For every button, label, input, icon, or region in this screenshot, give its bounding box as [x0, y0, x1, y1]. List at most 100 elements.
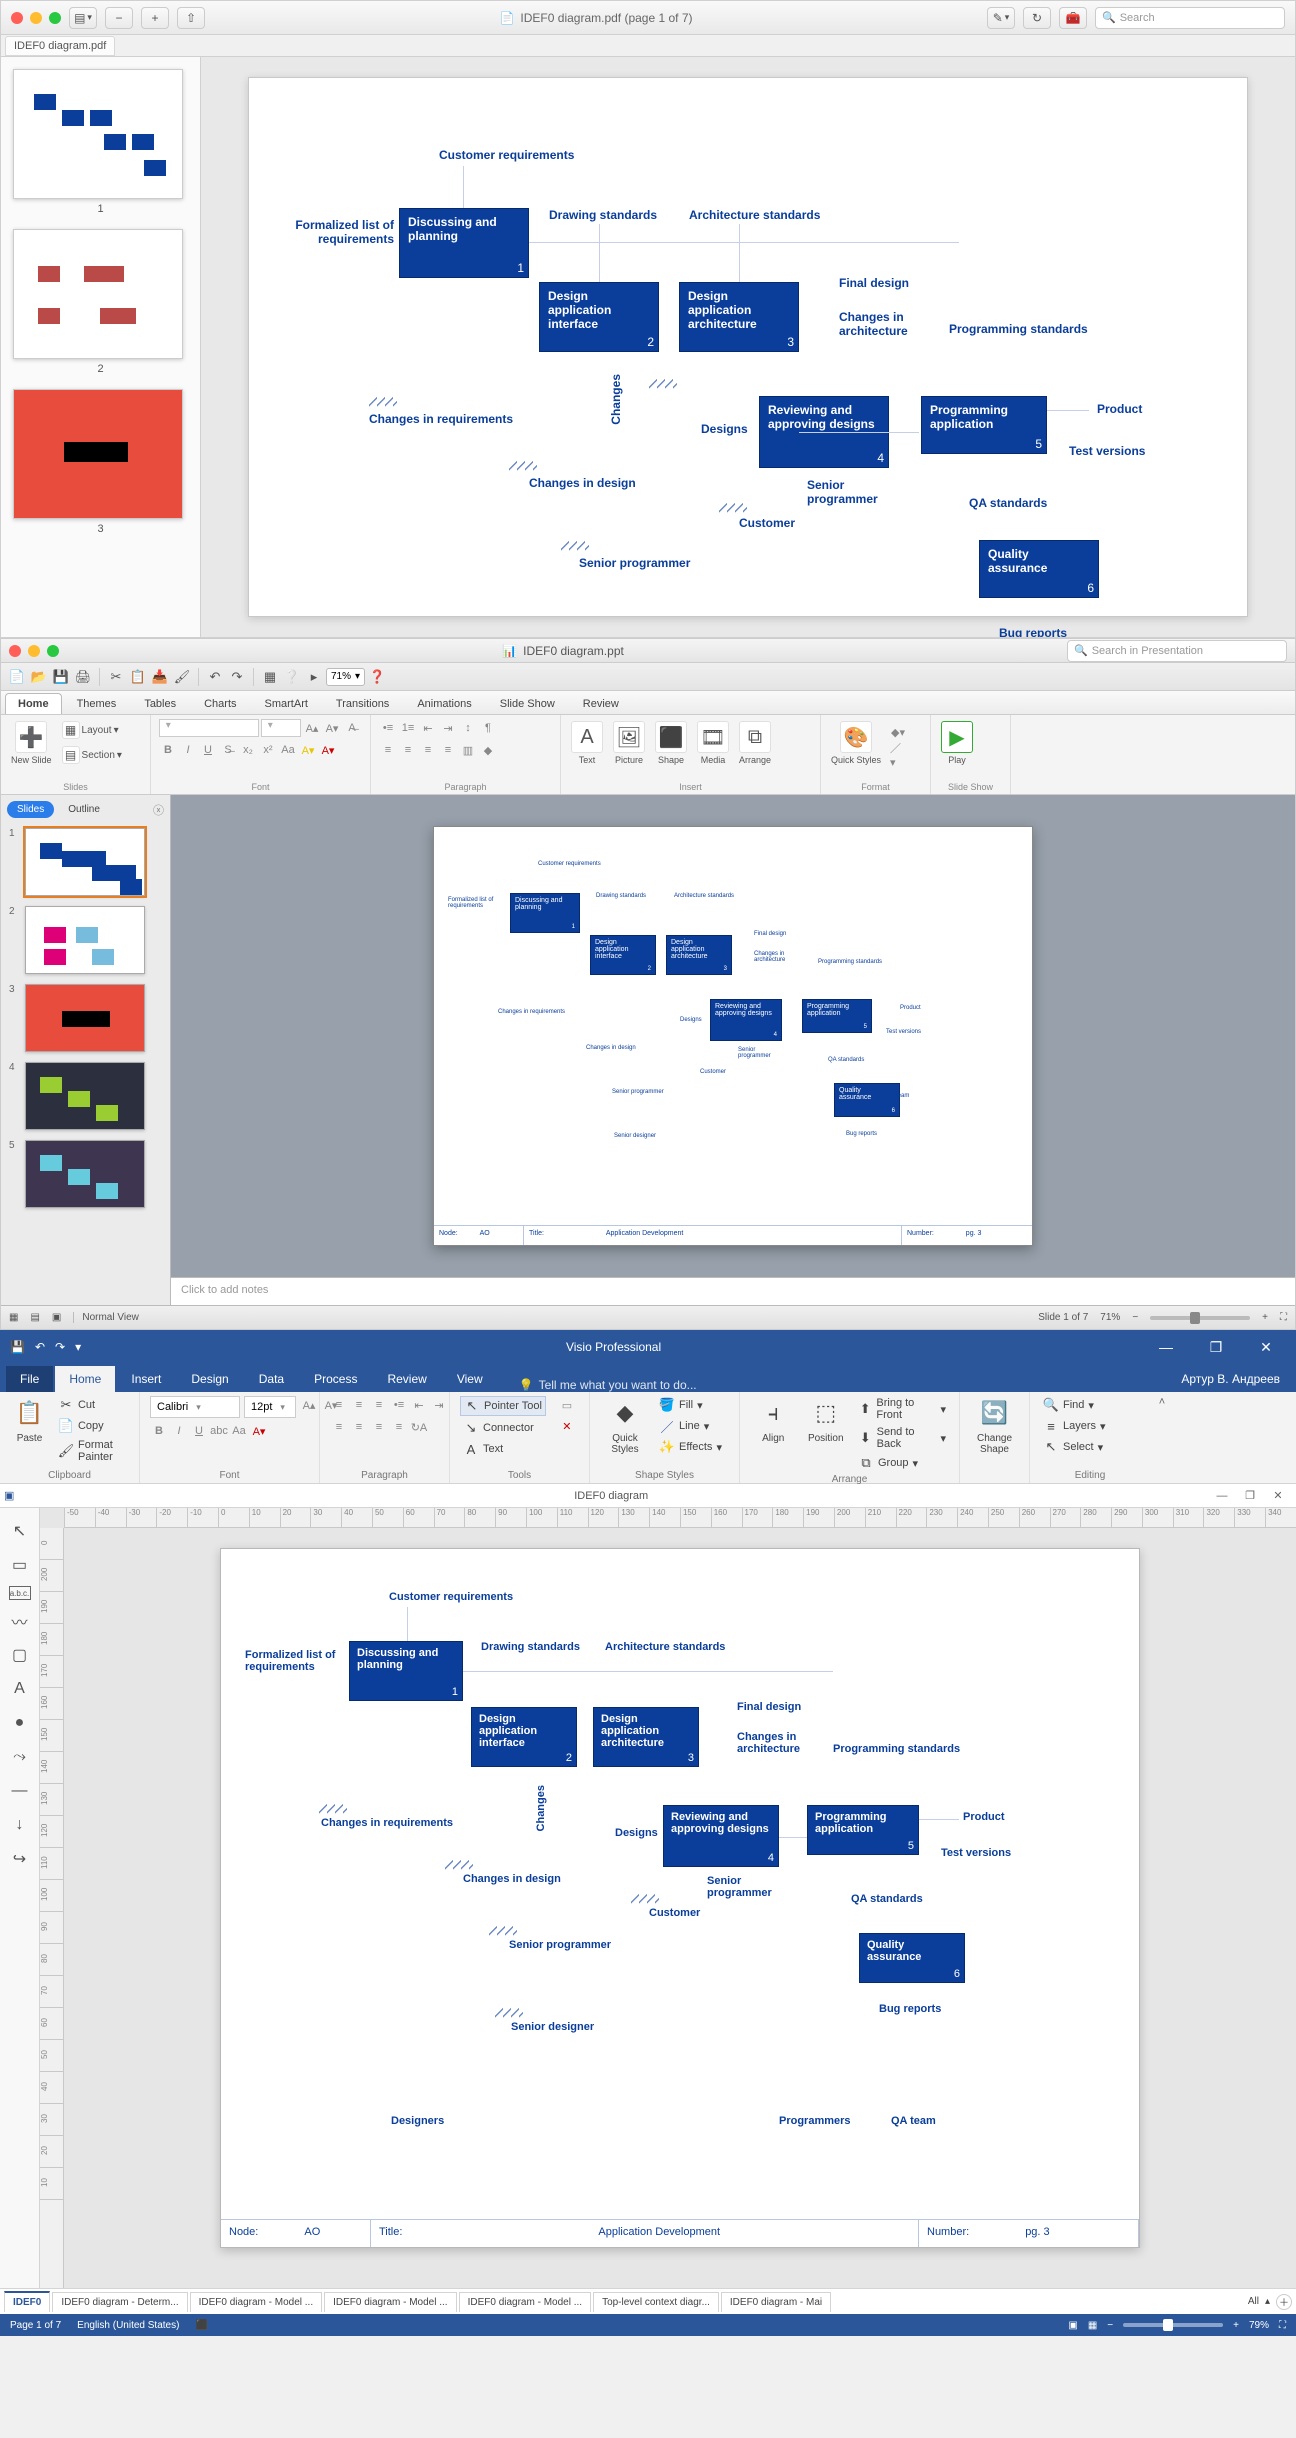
- case-button[interactable]: Aa: [230, 1422, 248, 1440]
- tab-transitions[interactable]: Transitions: [323, 693, 402, 714]
- connector-button[interactable]: ↘Connector: [460, 1419, 546, 1437]
- minimize-icon[interactable]: [30, 12, 42, 24]
- sheet-tab[interactable]: IDEF0 diagram - Model ...: [324, 2292, 456, 2312]
- line-icon[interactable]: ／▾: [889, 745, 907, 763]
- zoom-combo[interactable]: 71%▾: [326, 668, 365, 686]
- thumbnails-sidebar[interactable]: 1 2 3: [1, 57, 201, 637]
- outline-tab[interactable]: Outline: [58, 801, 110, 818]
- smartart-icon[interactable]: ◆: [479, 741, 497, 759]
- group-button[interactable]: ⧉Group ▾: [855, 1454, 949, 1472]
- preview-canvas[interactable]: Discussing and planning1 Design applicat…: [201, 57, 1295, 637]
- search-input[interactable]: 🔍 Search: [1095, 7, 1285, 29]
- position-button[interactable]: ⬚Position: [802, 1396, 848, 1445]
- sidebar-toggle-button[interactable]: ▤: [69, 7, 97, 29]
- align-right-icon[interactable]: ≡: [370, 1418, 388, 1436]
- rotate-text-icon[interactable]: ↻A: [410, 1418, 428, 1436]
- user-name[interactable]: Артур В. Андреев: [1171, 1366, 1290, 1392]
- customize-icon[interactable]: ▾: [75, 1340, 81, 1354]
- cut-button[interactable]: ✂Cut: [55, 1396, 129, 1414]
- rotate-button[interactable]: ↻: [1023, 7, 1051, 29]
- zoom-icon[interactable]: [49, 12, 61, 24]
- ppt-canvas[interactable]: Discussing and planning1 Design applicat…: [171, 795, 1295, 1277]
- zoom-out-icon[interactable]: −: [1107, 2320, 1113, 2331]
- tab-process[interactable]: Process: [300, 1366, 371, 1392]
- grid-icon[interactable]: ▦: [260, 667, 280, 687]
- view-show-icon[interactable]: ▣: [52, 1312, 61, 1323]
- ppt-search-input[interactable]: 🔍Search in Presentation: [1067, 640, 1287, 662]
- strike-button[interactable]: S̶: [219, 741, 237, 759]
- sheet-tab[interactable]: Top-level context diagr...: [593, 2292, 719, 2312]
- zoom-in-icon[interactable]: +: [1233, 2320, 1239, 2331]
- case-button[interactable]: Aa: [279, 741, 297, 759]
- justify-icon[interactable]: ≡: [439, 741, 457, 759]
- hline-icon[interactable]: —: [7, 1778, 33, 1804]
- pointer-icon[interactable]: ↖: [7, 1518, 33, 1544]
- slide-thumb-3[interactable]: 3: [9, 984, 162, 1052]
- highlight-button[interactable]: A▾: [299, 741, 317, 759]
- fill-icon[interactable]: ◆▾: [889, 723, 907, 741]
- letter-a-icon[interactable]: A: [7, 1676, 33, 1702]
- sub-button[interactable]: x₂: [239, 741, 257, 759]
- columns-icon[interactable]: ▥: [459, 741, 477, 759]
- align-center-icon[interactable]: ≡: [399, 741, 417, 759]
- add-sheet-icon[interactable]: ＋: [1276, 2294, 1292, 2310]
- effects-button[interactable]: ✨Effects ▾: [656, 1438, 725, 1456]
- tab-home[interactable]: Home: [55, 1366, 115, 1392]
- view-mode-icon[interactable]: ▣: [1068, 2320, 1077, 2331]
- numbers-icon[interactable]: 1≡: [399, 719, 417, 737]
- rectangle-icon[interactable]: ▭: [7, 1552, 33, 1578]
- slide-thumb-1[interactable]: 1: [9, 828, 162, 896]
- new-slide-button[interactable]: ➕New Slide: [9, 719, 54, 767]
- insert-shape-button[interactable]: ⬛Shape: [653, 719, 689, 767]
- print-icon[interactable]: 🖨: [73, 667, 93, 687]
- close-icon[interactable]: ✕: [1246, 1339, 1286, 1356]
- rectangle-icon[interactable]: ▭: [558, 1396, 576, 1414]
- paste-button[interactable]: 📋Paste: [10, 1396, 49, 1445]
- align-right-icon[interactable]: ≡: [419, 741, 437, 759]
- zoom-icon[interactable]: [47, 645, 59, 657]
- direction-icon[interactable]: ¶: [479, 719, 497, 737]
- change-shape-button[interactable]: 🔄Change Shape: [970, 1396, 1019, 1456]
- select-button[interactable]: ↖Select ▾: [1040, 1438, 1109, 1456]
- tab-charts[interactable]: Charts: [191, 693, 249, 714]
- pointer-tool-button[interactable]: ↖Pointer Tool: [460, 1396, 546, 1416]
- help-icon[interactable]: ❔: [282, 667, 302, 687]
- outdent-icon[interactable]: ⇤: [419, 719, 437, 737]
- visio-canvas[interactable]: Discussing and planning1 Design applicat…: [64, 1528, 1296, 2288]
- quick-styles-button[interactable]: 🎨Quick Styles: [829, 719, 883, 767]
- sheet-tab[interactable]: IDEF0 diagram - Model ...: [459, 2292, 591, 2312]
- thumbnail-2[interactable]: 2: [13, 229, 188, 375]
- sheet-tab[interactable]: IDEF0 diagram - Determ...: [52, 2292, 187, 2312]
- annotate-button[interactable]: 🧰: [1059, 7, 1087, 29]
- font-size-select[interactable]: 12pt: [244, 1396, 296, 1418]
- thumbnail-1[interactable]: 1: [13, 69, 188, 215]
- circle-icon[interactable]: ●: [7, 1710, 33, 1736]
- copy-button[interactable]: 📄Copy: [55, 1417, 129, 1435]
- text-box-icon[interactable]: a.b.c.: [9, 1586, 31, 1600]
- align-bottom-icon[interactable]: ≡: [370, 1396, 388, 1414]
- save-icon[interactable]: 💾: [51, 667, 71, 687]
- save-icon[interactable]: 💾: [10, 1340, 25, 1354]
- zoom-in-button[interactable]: +: [141, 7, 169, 29]
- sheet-tab[interactable]: IDEF0: [4, 2291, 50, 2312]
- notes-pane[interactable]: Click to add notes: [171, 1277, 1295, 1305]
- doc-close-icon[interactable]: ✕: [1264, 1489, 1292, 1502]
- help2-icon[interactable]: ❓: [367, 667, 387, 687]
- strike-button[interactable]: abc: [210, 1422, 228, 1440]
- minimize-icon[interactable]: —: [1146, 1339, 1186, 1355]
- tab-home[interactable]: Home: [5, 693, 62, 714]
- slide-thumb-2[interactable]: 2: [9, 906, 162, 974]
- doc-minimize-icon[interactable]: —: [1208, 1490, 1236, 1502]
- grow-font-icon[interactable]: A▴: [303, 719, 321, 737]
- tab-design[interactable]: Design: [177, 1366, 242, 1392]
- view-sorter-icon[interactable]: ▤: [30, 1312, 39, 1323]
- align-left-icon[interactable]: ≡: [330, 1418, 348, 1436]
- status-lang[interactable]: English (United States): [77, 2320, 179, 2331]
- grow-font-icon[interactable]: A▴: [300, 1396, 318, 1414]
- insert-media-button[interactable]: 🎞Media: [695, 719, 731, 767]
- zoom-out-button[interactable]: −: [105, 7, 133, 29]
- italic-button[interactable]: I: [170, 1422, 188, 1440]
- cut-icon[interactable]: ✂: [106, 667, 126, 687]
- layers-button[interactable]: ≡Layers ▾: [1040, 1417, 1109, 1435]
- slides-tab[interactable]: Slides: [7, 801, 54, 818]
